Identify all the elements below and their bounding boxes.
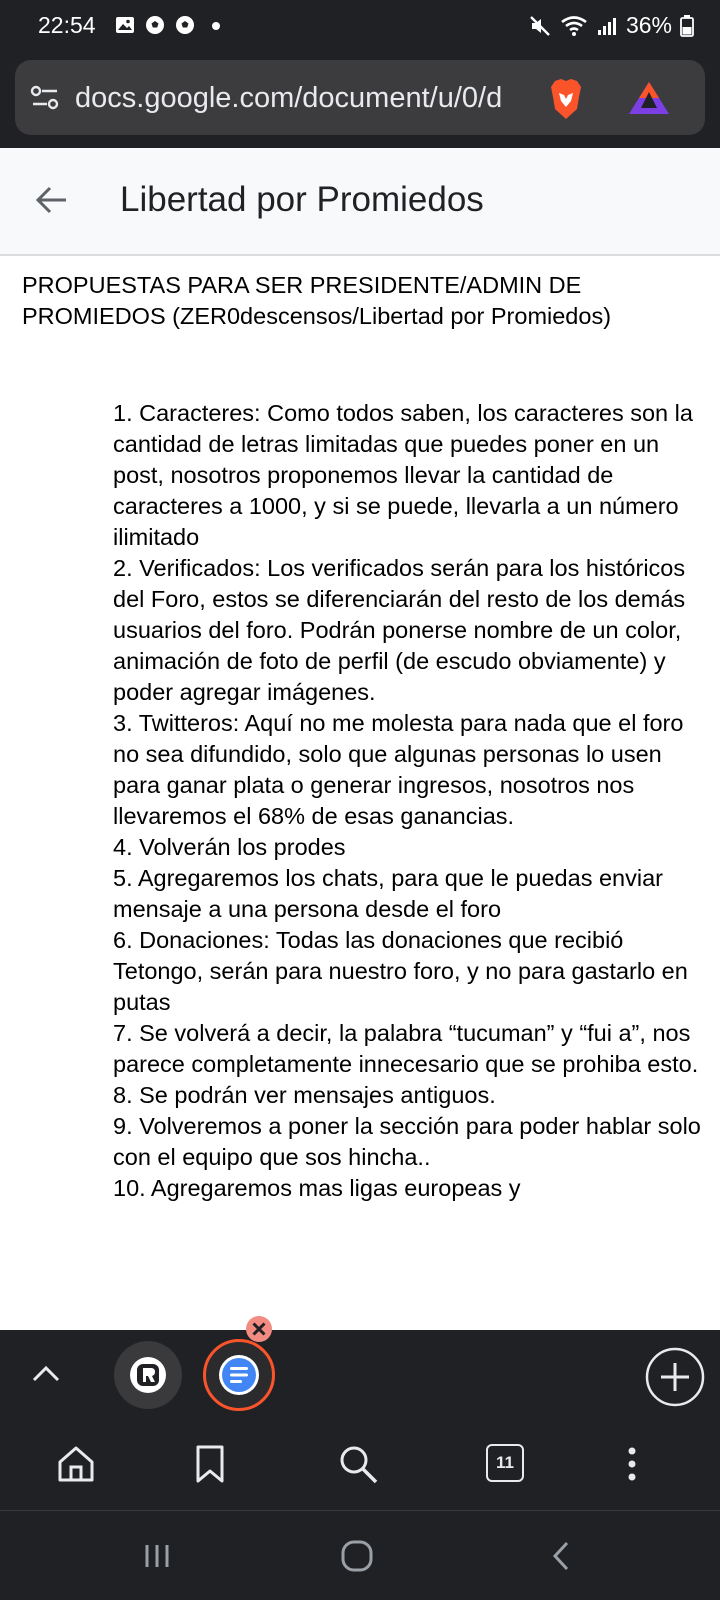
home-button-icon[interactable] <box>340 1539 374 1573</box>
bottom-toolbar: 11 <box>0 1420 720 1511</box>
active-tab-item[interactable] <box>203 1339 275 1411</box>
signal-icon <box>596 14 618 38</box>
more-vert-icon[interactable] <box>622 1442 666 1486</box>
soccer-ball-icon <box>174 14 198 38</box>
wifi-icon <box>560 14 588 38</box>
list-item: 2. Verificados: Los verificados serán pa… <box>113 555 686 705</box>
list-item: 8. Se podrán ver mensajes antiguos. <box>113 1082 496 1108</box>
tab-bar <box>0 1316 720 1420</box>
brave-shields-icon[interactable] <box>545 77 587 121</box>
doc-heading: PROPUESTAS PARA SER PRESIDENTE/ADMIN DE … <box>22 272 612 329</box>
proposals-list: 1. Caracteres: Como todos saben, los car… <box>113 398 703 1204</box>
browser-toolbar: docs.google.com/document/u/0/d <box>0 52 720 148</box>
back-nav-icon[interactable] <box>550 1539 572 1573</box>
chevron-up-icon[interactable] <box>30 1360 62 1386</box>
list-item: 5. Agregaremos los chats, para que le pu… <box>113 865 663 922</box>
brave-rewards-icon[interactable] <box>625 78 673 118</box>
list-item: 6. Donaciones: Todas las donaciones que … <box>113 927 688 1015</box>
tab-count-icon[interactable]: 11 <box>486 1444 524 1482</box>
tab-app-icon <box>128 1355 168 1395</box>
battery-text: 36% <box>625 12 672 38</box>
recents-icon[interactable] <box>140 1541 174 1571</box>
tab-item[interactable] <box>114 1341 182 1409</box>
url-text[interactable]: docs.google.com/document/u/0/d <box>75 82 553 116</box>
google-docs-tab-icon <box>218 1354 260 1396</box>
status-time: 22:54 <box>38 12 96 38</box>
list-item: 1. Caracteres: Como todos saben, los car… <box>113 400 693 550</box>
site-settings-icon[interactable] <box>29 82 61 114</box>
doc-header: Libertad por Promiedos <box>0 148 720 256</box>
battery-icon <box>680 14 694 38</box>
gallery-icon <box>114 14 138 38</box>
document-body[interactable]: PROPUESTAS PARA SER PRESIDENTE/ADMIN DE … <box>0 256 720 1330</box>
mute-icon <box>528 14 552 38</box>
new-tab-plus-icon[interactable] <box>644 1346 706 1408</box>
bookmark-icon[interactable] <box>188 1442 232 1486</box>
home-icon[interactable] <box>54 1442 98 1486</box>
search-icon[interactable] <box>336 1442 380 1486</box>
back-arrow-icon[interactable] <box>34 182 70 218</box>
list-item: 3. Twitteros: Aquí no me molesta para na… <box>113 710 684 829</box>
list-item: 9. Volveremos a poner la sección para po… <box>113 1113 701 1170</box>
soccer-ball-icon <box>144 14 168 38</box>
list-item: 7. Se volverá a decir, la palabra “tucum… <box>113 1020 699 1077</box>
status-right-group: 36% <box>528 12 694 39</box>
system-nav-bar <box>0 1511 720 1600</box>
tab-count: 11 <box>496 1453 514 1472</box>
list-item: 10. Agregaremos mas ligas europeas y <box>113 1175 521 1201</box>
close-tab-icon[interactable] <box>244 1314 274 1344</box>
status-bar: 22:54 36% <box>0 0 720 52</box>
address-bar[interactable]: docs.google.com/document/u/0/d <box>15 60 705 135</box>
list-item: 4. Volverán los prodes <box>113 834 346 860</box>
dot-icon <box>210 14 234 38</box>
doc-title: Libertad por Promiedos <box>120 180 484 219</box>
